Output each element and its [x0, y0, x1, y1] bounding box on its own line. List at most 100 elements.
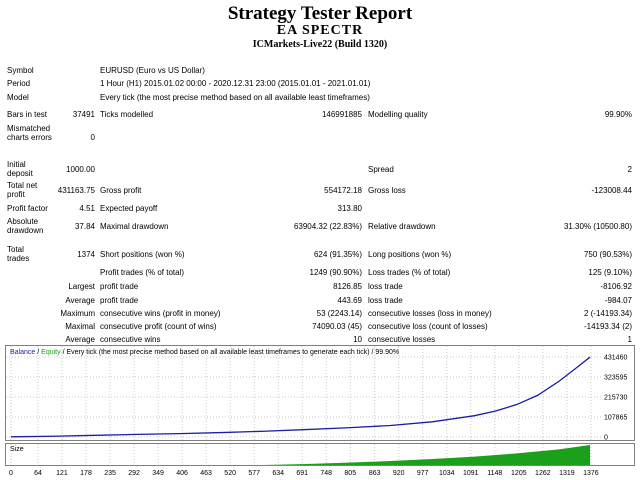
- x-tick-label: 748: [320, 470, 332, 477]
- x-tick-label: 634: [272, 470, 284, 477]
- maximum-label: Maximum: [60, 309, 95, 318]
- mismatch-value: 0: [90, 133, 95, 142]
- y-tick-label: 107865: [604, 415, 627, 422]
- symbol-value: EURUSD (Euro vs US Dollar): [100, 66, 205, 75]
- server-build: ICMarkets-Live22 (Build 1320): [252, 39, 388, 50]
- deposit-label: Initial deposit: [7, 160, 33, 178]
- x-tick-label: 691: [296, 470, 308, 477]
- legend-equity: Equity: [41, 349, 61, 356]
- x-tick-label: 0: [9, 470, 13, 477]
- grossprofit-label: Gross profit: [100, 186, 142, 195]
- ltrades-label: Loss trades (% of total): [368, 268, 451, 277]
- x-tick-label: 977: [417, 470, 429, 477]
- y-tick-label: 323595: [604, 375, 627, 382]
- largest-label: Largest: [68, 282, 95, 291]
- short-label: Short positions (won %): [100, 250, 185, 259]
- avg-consec-label: Average: [65, 335, 95, 344]
- grossloss-value: -123008.44: [591, 186, 632, 195]
- maximal-label: Maximal: [65, 322, 95, 331]
- x-tick-label: 520: [224, 470, 236, 477]
- largest-loss-label: loss trade: [368, 282, 403, 291]
- balance-equity-chart: 431460 323595 215730 107865 0 Balance / Equi…: [5, 345, 635, 441]
- maximal-loss-label: consecutive loss (count of losses): [368, 322, 488, 331]
- average-profit-value: 443.69: [337, 296, 362, 305]
- symbol-label: Symbol: [7, 66, 34, 75]
- ea-name: EA SPECTR: [276, 23, 364, 38]
- trades-value: 1374: [77, 250, 95, 259]
- avg-losses-label: consecutive losses: [368, 335, 436, 344]
- maxdd-label: Maximal drawdown: [100, 222, 169, 231]
- x-tick-label: 1205: [511, 470, 527, 477]
- x-tick-label: 1262: [535, 470, 551, 477]
- maximal-profit-value: 74090.03 (45): [312, 322, 362, 331]
- trades-label: Total trades: [7, 245, 30, 263]
- largest-profit-label: profit trade: [100, 282, 139, 291]
- max-losses-value: 2 (-14193.34): [583, 309, 632, 318]
- payoff-label: Expected payoff: [100, 204, 158, 213]
- x-tick-label: 920: [393, 470, 405, 477]
- x-tick-label: 1319: [559, 470, 575, 477]
- long-label: Long positions (won %): [368, 250, 452, 259]
- maximal-profit-label: consecutive profit (count of wins): [100, 322, 217, 331]
- bars-value: 37491: [72, 110, 95, 119]
- x-tick-label: 64: [34, 470, 42, 477]
- x-tick-label: 349: [152, 470, 164, 477]
- legend-desc: / Every tick (the most precise method ba…: [63, 349, 400, 356]
- legend-sep: /: [37, 349, 39, 356]
- max-wins-label: consecutive wins (profit in money): [100, 309, 221, 318]
- ticks-value: 146991885: [321, 110, 362, 119]
- x-tick-label: 1034: [439, 470, 455, 477]
- long-value: 750 (90.53%): [583, 250, 632, 259]
- x-tick-label: 1148: [487, 470, 502, 477]
- netprofit-value: 431163.75: [57, 186, 95, 195]
- max-wins-value: 53 (2243.14): [316, 309, 362, 318]
- avg-losses-value: 1: [627, 335, 632, 344]
- x-tick-label: 178: [80, 470, 92, 477]
- maximal-loss-value: -14193.34 (2): [583, 322, 632, 331]
- x-tick-label: 463: [200, 470, 212, 477]
- period-label: Period: [7, 79, 31, 88]
- pf-label: Profit factor: [7, 204, 48, 213]
- mismatch-label: Mismatched charts errors: [7, 124, 52, 142]
- absdd-label: Absolute drawdown: [7, 217, 44, 235]
- avg-wins-value: 10: [353, 335, 362, 344]
- spread-value: 2: [627, 165, 632, 174]
- payoff-value: 313.80: [337, 204, 362, 213]
- report-title: Strategy Tester Report: [227, 3, 413, 24]
- model-value: Every tick (the most precise method base…: [100, 93, 370, 102]
- average-loss-label: loss trade: [368, 296, 403, 305]
- bars-label: Bars in test: [7, 110, 48, 119]
- x-tick-label: 577: [248, 470, 260, 477]
- x-tick-label: 292: [128, 470, 140, 477]
- average-profit-label: profit trade: [100, 296, 139, 305]
- legend-balance: Balance: [10, 349, 35, 356]
- grossprofit-value: 554172.18: [324, 186, 362, 195]
- x-axis-labels: 0 64 121 178 235 292 349 406 463 520 577 634 691 748 8…: [9, 470, 599, 477]
- size-chart: Size 0 64 121 178 235 292 349 406 463 520 577 634 69…: [5, 443, 635, 477]
- deposit-value: 1000.00: [66, 165, 95, 174]
- x-tick-label: 1376: [583, 470, 599, 477]
- y-tick-label: 0: [604, 435, 608, 442]
- average-loss-value: -984.07: [604, 296, 632, 305]
- pf-value: 4.51: [79, 204, 95, 213]
- ptrades-value: 1249 (90.90%): [309, 268, 362, 277]
- y-tick-label: 215730: [604, 395, 627, 402]
- max-losses-label: consecutive losses (loss in money): [368, 309, 492, 318]
- grossloss-label: Gross loss: [368, 186, 406, 195]
- largest-profit-value: 8126.85: [333, 282, 362, 291]
- quality-value: 99.90%: [604, 110, 632, 119]
- avg-wins-label: consecutive wins: [100, 335, 161, 344]
- y-tick-label: 431460: [604, 355, 627, 362]
- x-tick-label: 235: [104, 470, 116, 477]
- period-value: 1 Hour (H1) 2015.01.02 00:00 - 2020.12.3…: [100, 79, 371, 88]
- x-tick-label: 805: [344, 470, 356, 477]
- size-label: Size: [10, 446, 24, 453]
- spread-label: Spread: [368, 165, 394, 174]
- average-label: Average: [65, 296, 95, 305]
- x-tick-label: 863: [369, 470, 381, 477]
- reldd-value: 31.30% (10500.80): [563, 222, 632, 231]
- ticks-label: Ticks modelled: [100, 110, 154, 119]
- reldd-label: Relative drawdown: [368, 222, 436, 231]
- ptrades-label: Profit trades (% of total): [100, 268, 185, 277]
- x-tick-label: 121: [56, 470, 68, 477]
